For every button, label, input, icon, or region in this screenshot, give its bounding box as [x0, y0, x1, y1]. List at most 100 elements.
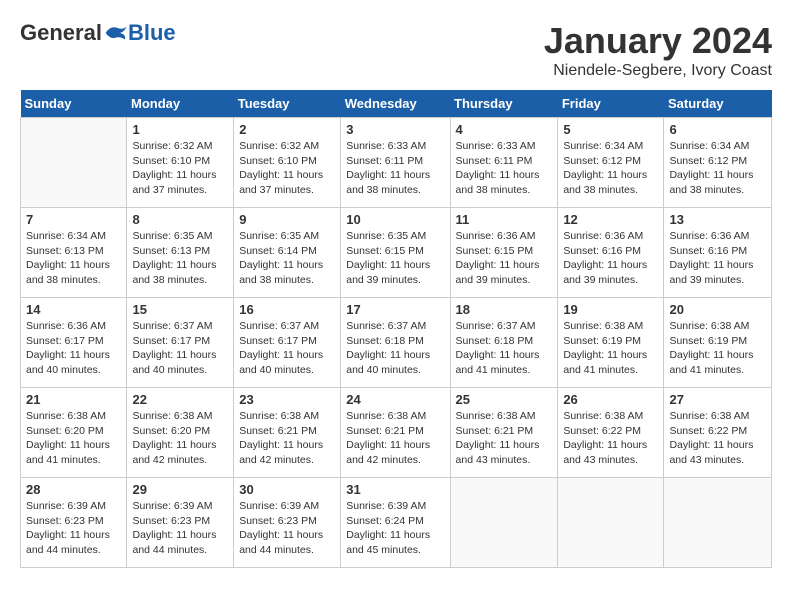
calendar-week-row: 14Sunrise: 6:36 AM Sunset: 6:17 PM Dayli…: [21, 298, 772, 388]
title-block: January 2024 Niendele-Segbere, Ivory Coa…: [544, 20, 772, 80]
calendar-cell: 10 Sunrise: 6:35 AM Sunset: 6:15 PM Dayli…: [341, 208, 450, 298]
day-info: Sunrise: 6:38 AM Sunset: 6:19 PM Dayligh…: [563, 319, 658, 378]
day-info: Sunrise: 6:38 AM Sunset: 6:21 PM Dayligh…: [456, 409, 553, 468]
day-number: 25: [456, 392, 553, 407]
day-of-week-header: Wednesday: [341, 90, 450, 118]
day-number: 20: [669, 302, 766, 317]
day-info: Sunrise: 6:36 AM Sunset: 6:15 PM Dayligh…: [456, 229, 553, 288]
day-number: 3: [346, 122, 444, 137]
calendar-cell: 12Sunrise: 6:36 AM Sunset: 6:16 PM Dayli…: [558, 208, 664, 298]
day-number: 22: [132, 392, 228, 407]
calendar-cell: 27 Sunrise: 6:38 AM Sunset: 6:22 PM Dayli…: [664, 388, 772, 478]
day-of-week-header: Friday: [558, 90, 664, 118]
day-of-week-header: Saturday: [664, 90, 772, 118]
day-info: Sunrise: 6:36 AM Sunset: 6:16 PM Dayligh…: [563, 229, 658, 288]
page-header: General Blue January 2024 Niendele-Segbe…: [20, 20, 772, 80]
day-info: Sunrise: 6:37 AM Sunset: 6:18 PM Dayligh…: [456, 319, 553, 378]
day-number: 28: [26, 482, 121, 497]
day-info: Sunrise: 6:38 AM Sunset: 6:22 PM Dayligh…: [669, 409, 766, 468]
calendar-cell: 17Sunrise: 6:37 AM Sunset: 6:18 PM Dayli…: [341, 298, 450, 388]
calendar-cell: 13 Sunrise: 6:36 AM Sunset: 6:16 PM Dayli…: [664, 208, 772, 298]
calendar-cell: 25 Sunrise: 6:38 AM Sunset: 6:21 PM Dayli…: [450, 388, 558, 478]
calendar-cell: 29 Sunrise: 6:39 AM Sunset: 6:23 PM Dayli…: [127, 478, 234, 568]
calendar-cell: 5Sunrise: 6:34 AM Sunset: 6:12 PM Daylig…: [558, 118, 664, 208]
day-number: 2: [239, 122, 335, 137]
day-of-week-header: Thursday: [450, 90, 558, 118]
calendar-cell: [450, 478, 558, 568]
day-info: Sunrise: 6:35 AM Sunset: 6:14 PM Dayligh…: [239, 229, 335, 288]
day-info: Sunrise: 6:38 AM Sunset: 6:19 PM Dayligh…: [669, 319, 766, 378]
day-info: Sunrise: 6:39 AM Sunset: 6:23 PM Dayligh…: [26, 499, 121, 558]
calendar-cell: 28 Sunrise: 6:39 AM Sunset: 6:23 PM Dayli…: [21, 478, 127, 568]
calendar-cell: 7Sunrise: 6:34 AM Sunset: 6:13 PM Daylig…: [21, 208, 127, 298]
day-number: 14: [26, 302, 121, 317]
day-number: 21: [26, 392, 121, 407]
day-info: Sunrise: 6:36 AM Sunset: 6:16 PM Dayligh…: [669, 229, 766, 288]
logo: General Blue: [20, 20, 176, 46]
day-number: 7: [26, 212, 121, 227]
day-number: 27: [669, 392, 766, 407]
day-number: 1: [132, 122, 228, 137]
day-info: Sunrise: 6:35 AM Sunset: 6:13 PM Dayligh…: [132, 229, 228, 288]
calendar-cell: [664, 478, 772, 568]
calendar-table: SundayMondayTuesdayWednesdayThursdayFrid…: [20, 90, 772, 568]
day-number: 9: [239, 212, 335, 227]
calendar-cell: 23 Sunrise: 6:38 AM Sunset: 6:21 PM Dayli…: [234, 388, 341, 478]
calendar-cell: 30 Sunrise: 6:39 AM Sunset: 6:23 PM Dayli…: [234, 478, 341, 568]
calendar-cell: 15 Sunrise: 6:37 AM Sunset: 6:17 PM Dayli…: [127, 298, 234, 388]
day-number: 11: [456, 212, 553, 227]
calendar-week-row: 28 Sunrise: 6:39 AM Sunset: 6:23 PM Dayli…: [21, 478, 772, 568]
calendar-week-row: 21 Sunrise: 6:38 AM Sunset: 6:20 PM Dayli…: [21, 388, 772, 478]
calendar-cell: 1Sunrise: 6:32 AM Sunset: 6:10 PM Daylig…: [127, 118, 234, 208]
calendar-cell: 4Sunrise: 6:33 AM Sunset: 6:11 PM Daylig…: [450, 118, 558, 208]
logo-general: General: [20, 20, 102, 46]
calendar-cell: 18 Sunrise: 6:37 AM Sunset: 6:18 PM Dayli…: [450, 298, 558, 388]
logo-bird-icon: [104, 23, 128, 43]
day-info: Sunrise: 6:38 AM Sunset: 6:22 PM Dayligh…: [563, 409, 658, 468]
day-number: 29: [132, 482, 228, 497]
calendar-cell: 11 Sunrise: 6:36 AM Sunset: 6:15 PM Dayli…: [450, 208, 558, 298]
calendar-cell: 6Sunrise: 6:34 AM Sunset: 6:12 PM Daylig…: [664, 118, 772, 208]
day-number: 15: [132, 302, 228, 317]
day-of-week-header: Monday: [127, 90, 234, 118]
day-number: 13: [669, 212, 766, 227]
calendar-cell: 31Sunrise: 6:39 AM Sunset: 6:24 PM Dayli…: [341, 478, 450, 568]
day-number: 17: [346, 302, 444, 317]
day-info: Sunrise: 6:35 AM Sunset: 6:15 PM Dayligh…: [346, 229, 444, 288]
calendar-cell: 26Sunrise: 6:38 AM Sunset: 6:22 PM Dayli…: [558, 388, 664, 478]
day-info: Sunrise: 6:38 AM Sunset: 6:20 PM Dayligh…: [26, 409, 121, 468]
day-number: 31: [346, 482, 444, 497]
location: Niendele-Segbere, Ivory Coast: [544, 62, 772, 80]
month-title: January 2024: [544, 20, 772, 62]
day-info: Sunrise: 6:33 AM Sunset: 6:11 PM Dayligh…: [346, 139, 444, 198]
calendar-cell: 14Sunrise: 6:36 AM Sunset: 6:17 PM Dayli…: [21, 298, 127, 388]
day-info: Sunrise: 6:38 AM Sunset: 6:21 PM Dayligh…: [346, 409, 444, 468]
day-number: 4: [456, 122, 553, 137]
day-info: Sunrise: 6:39 AM Sunset: 6:23 PM Dayligh…: [239, 499, 335, 558]
calendar-cell: 22 Sunrise: 6:38 AM Sunset: 6:20 PM Dayli…: [127, 388, 234, 478]
calendar-cell: 3 Sunrise: 6:33 AM Sunset: 6:11 PM Daylig…: [341, 118, 450, 208]
day-number: 16: [239, 302, 335, 317]
calendar-cell: [558, 478, 664, 568]
calendar-cell: 8 Sunrise: 6:35 AM Sunset: 6:13 PM Daylig…: [127, 208, 234, 298]
day-number: 30: [239, 482, 335, 497]
calendar-cell: 16Sunrise: 6:37 AM Sunset: 6:17 PM Dayli…: [234, 298, 341, 388]
day-info: Sunrise: 6:34 AM Sunset: 6:12 PM Dayligh…: [563, 139, 658, 198]
day-info: Sunrise: 6:38 AM Sunset: 6:20 PM Dayligh…: [132, 409, 228, 468]
day-number: 24: [346, 392, 444, 407]
day-number: 23: [239, 392, 335, 407]
calendar-cell: 2Sunrise: 6:32 AM Sunset: 6:10 PM Daylig…: [234, 118, 341, 208]
calendar-cell: 24 Sunrise: 6:38 AM Sunset: 6:21 PM Dayli…: [341, 388, 450, 478]
day-info: Sunrise: 6:38 AM Sunset: 6:21 PM Dayligh…: [239, 409, 335, 468]
day-number: 18: [456, 302, 553, 317]
logo-blue: Blue: [128, 20, 176, 46]
calendar-cell: 9 Sunrise: 6:35 AM Sunset: 6:14 PM Daylig…: [234, 208, 341, 298]
day-of-week-header: Tuesday: [234, 90, 341, 118]
day-number: 10: [346, 212, 444, 227]
calendar-cell: [21, 118, 127, 208]
day-of-week-header: Sunday: [21, 90, 127, 118]
day-info: Sunrise: 6:37 AM Sunset: 6:17 PM Dayligh…: [132, 319, 228, 378]
day-number: 8: [132, 212, 228, 227]
day-info: Sunrise: 6:34 AM Sunset: 6:12 PM Dayligh…: [669, 139, 766, 198]
day-info: Sunrise: 6:39 AM Sunset: 6:23 PM Dayligh…: [132, 499, 228, 558]
